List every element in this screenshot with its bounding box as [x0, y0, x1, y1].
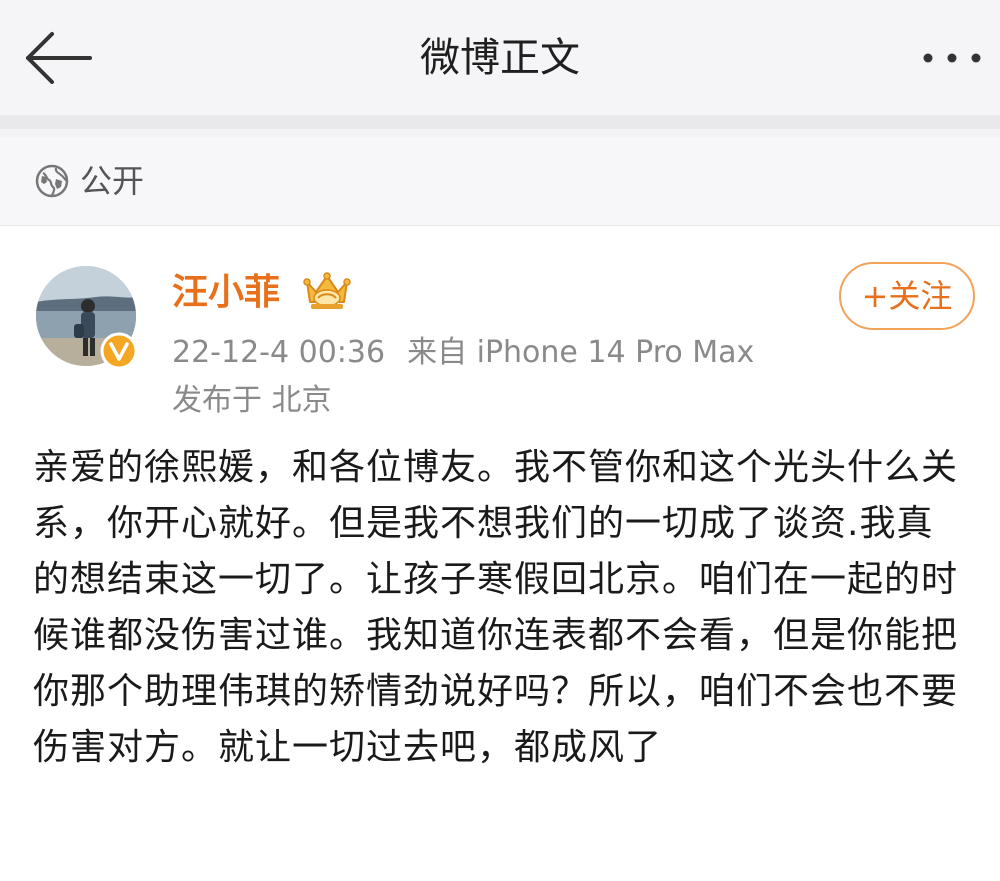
- divider: [0, 225, 1000, 226]
- post-meta: 22-12-4 00:36 来自 iPhone 14 Pro Max: [172, 332, 754, 374]
- section-separator-light: [0, 129, 1000, 137]
- top-navigation-bar: 微博正文: [0, 0, 1000, 115]
- page-title: 微博正文: [420, 35, 580, 81]
- section-separator: [0, 115, 1000, 129]
- globe-icon: [34, 163, 70, 199]
- post-location: 发布于 北京: [172, 383, 332, 418]
- author-name[interactable]: 汪小菲: [172, 268, 280, 318]
- verified-v-icon: [100, 332, 138, 370]
- post-text: 亲爱的徐熙媛，和各位博友。我不管你和这个光头什么关系，你开心就好。但是我不想我们…: [33, 447, 959, 768]
- post-timestamp: 22-12-4 00:36: [172, 335, 386, 370]
- post-source: 来自 iPhone 14 Pro Max: [407, 335, 755, 370]
- follow-button[interactable]: +关注: [839, 262, 975, 330]
- crown-icon[interactable]: [302, 268, 352, 314]
- more-dots-icon[interactable]: [920, 40, 984, 76]
- visibility-label: 公开: [80, 162, 145, 200]
- weibo-post-page: 微博正文 公开 汪小菲 +关注 22-12-4 00:36 来自 iPhone …: [0, 0, 1000, 881]
- visibility-row: 公开: [0, 137, 1000, 225]
